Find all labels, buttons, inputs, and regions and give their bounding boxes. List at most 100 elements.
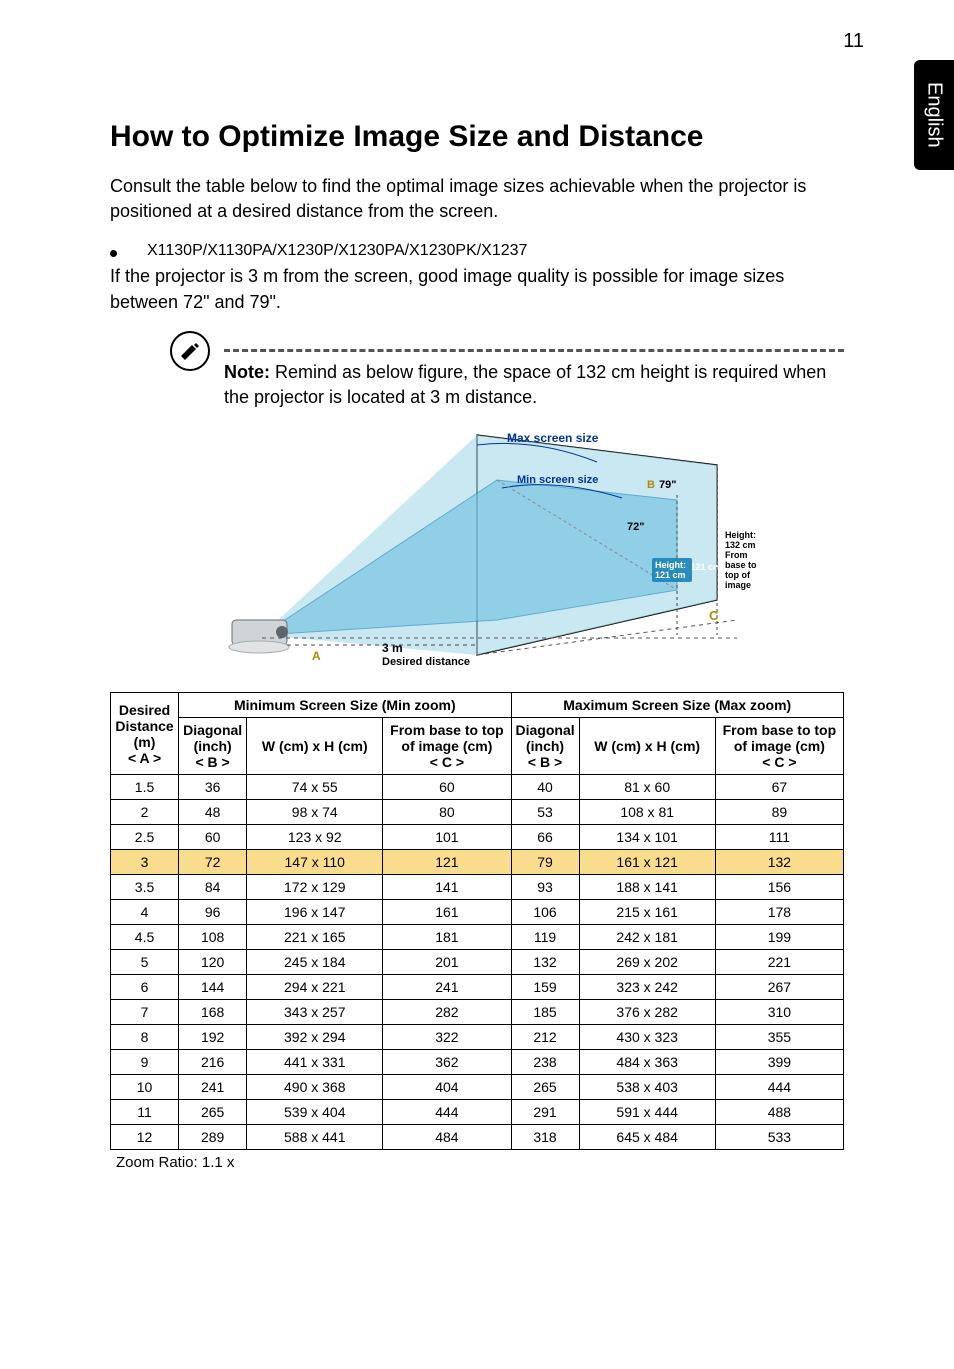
table-cell: 2 (111, 800, 179, 825)
table-cell: 343 x 257 (247, 1000, 383, 1025)
example-paragraph: If the projector is 3 m from the screen,… (110, 264, 844, 314)
table-cell: 444 (383, 1100, 511, 1125)
height-min-line2: 121 cm (655, 570, 686, 580)
table-cell: 119 (511, 925, 579, 950)
th-base-min: From base to top of image (cm)< C > (383, 718, 511, 775)
height-max-l4: base to (725, 560, 757, 570)
diag-b-letter: B (647, 479, 655, 491)
table-cell: 89 (715, 800, 843, 825)
table-cell: 84 (179, 875, 247, 900)
table-cell: 72 (179, 850, 247, 875)
table-cell: 67 (715, 775, 843, 800)
table-cell: 196 x 147 (247, 900, 383, 925)
table-cell: 132 (715, 850, 843, 875)
table-cell: 161 x 121 (579, 850, 715, 875)
height-max-l1: Height: (725, 530, 756, 540)
th-wh-min: W (cm) x H (cm) (247, 718, 383, 775)
height-max-l3: From (725, 550, 748, 560)
min-screen-label: Min screen size (517, 474, 598, 486)
table-cell: 108 (179, 925, 247, 950)
th-min-group: Minimum Screen Size (Min zoom) (179, 693, 511, 718)
table-row: 12289588 x 441484318645 x 484533 (111, 1125, 844, 1150)
table-cell: 185 (511, 1000, 579, 1025)
table-cell: 60 (383, 775, 511, 800)
table-row: 1.53674 x 55604081 x 6067 (111, 775, 844, 800)
intro-paragraph: Consult the table below to find the opti… (110, 174, 844, 224)
table-cell: 216 (179, 1050, 247, 1075)
table-cell: 645 x 484 (579, 1125, 715, 1150)
dist-label: Desired distance (382, 656, 470, 668)
table-cell: 539 x 404 (247, 1100, 383, 1125)
table-cell: 322 (383, 1025, 511, 1050)
table-cell: 188 x 141 (579, 875, 715, 900)
table-cell: 144 (179, 975, 247, 1000)
table-cell: 79 (511, 850, 579, 875)
table-cell: 591 x 444 (579, 1100, 715, 1125)
table-cell: 1.5 (111, 775, 179, 800)
projection-diagram: Max screen size Min screen size B 79" 72… (177, 420, 777, 680)
table-cell: 484 (383, 1125, 511, 1150)
table-row: 2.560123 x 9210166134 x 101111 (111, 825, 844, 850)
table-cell: 241 (179, 1075, 247, 1100)
table-cell: 108 x 81 (579, 800, 715, 825)
table-cell: 430 x 323 (579, 1025, 715, 1050)
table-cell: 9 (111, 1050, 179, 1075)
table-cell: 441 x 331 (247, 1050, 383, 1075)
note-label: Note: (224, 362, 270, 382)
table-cell: 490 x 368 (247, 1075, 383, 1100)
th-base-max: From base to top of image (cm)< C > (715, 718, 843, 775)
diag-c-letter: C (709, 608, 719, 623)
table-cell: 533 (715, 1125, 843, 1150)
table-cell: 355 (715, 1025, 843, 1050)
table-cell: 48 (179, 800, 247, 825)
model-bullet: X1130P/X1130PA/X1230P/X1230PA/X1230PK/X1… (110, 242, 844, 260)
table-cell: 318 (511, 1125, 579, 1150)
table-cell: 6 (111, 975, 179, 1000)
table-cell: 7 (111, 1000, 179, 1025)
table-cell: 294 x 221 (247, 975, 383, 1000)
table-cell: 538 x 403 (579, 1075, 715, 1100)
table-cell: 66 (511, 825, 579, 850)
table-cell: 269 x 202 (579, 950, 715, 975)
model-list: X1130P/X1130PA/X1230P/X1230PA/X1230PK/X1… (147, 242, 527, 260)
table-cell: 161 (383, 900, 511, 925)
table-cell: 242 x 181 (579, 925, 715, 950)
table-row: 496196 x 147161106215 x 161178 (111, 900, 844, 925)
height-max-l6: image (725, 580, 751, 590)
table-cell: 399 (715, 1050, 843, 1075)
th-wh-max: W (cm) x H (cm) (579, 718, 715, 775)
zoom-ratio: Zoom Ratio: 1.1 x (116, 1154, 844, 1171)
table-cell: 121 (383, 850, 511, 875)
th-diag-min: Diagonal (inch)< B > (179, 718, 247, 775)
table-cell: 80 (383, 800, 511, 825)
table-cell: 282 (383, 1000, 511, 1025)
table-cell: 156 (715, 875, 843, 900)
table-cell: 172 x 129 (247, 875, 383, 900)
table-cell: 181 (383, 925, 511, 950)
table-cell: 4.5 (111, 925, 179, 950)
table-cell: 245 x 184 (247, 950, 383, 975)
table-cell: 291 (511, 1100, 579, 1125)
height-max-l5: top of (725, 570, 751, 580)
table-row: 10241490 x 368404265538 x 403444 (111, 1075, 844, 1100)
diag-min-value: 72" (627, 521, 644, 533)
table-cell: 289 (179, 1125, 247, 1150)
page-content: How to Optimize Image Size and Distance … (0, 0, 954, 1211)
note-block: Note: Remind as below figure, the space … (170, 331, 844, 410)
table-cell: 212 (511, 1025, 579, 1050)
table-cell: 40 (511, 775, 579, 800)
table-cell: 362 (383, 1050, 511, 1075)
table-cell: 36 (179, 775, 247, 800)
table-cell: 120 (179, 950, 247, 975)
table-cell: 392 x 294 (247, 1025, 383, 1050)
max-screen-label: Max screen size (507, 431, 599, 445)
table-cell: 4 (111, 900, 179, 925)
table-cell: 265 (511, 1075, 579, 1100)
th-max-group: Maximum Screen Size (Max zoom) (511, 693, 844, 718)
table-row: 5120245 x 184201132269 x 202221 (111, 950, 844, 975)
table-cell: 404 (383, 1075, 511, 1100)
height-max-l2: 132 cm (725, 540, 756, 550)
table-cell: 96 (179, 900, 247, 925)
table-cell: 134 x 101 (579, 825, 715, 850)
table-cell: 192 (179, 1025, 247, 1050)
